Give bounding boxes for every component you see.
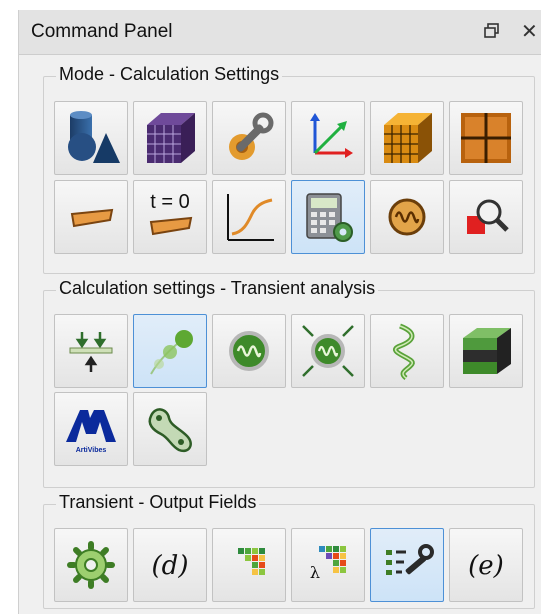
group-label: Transient - Output Fields (56, 492, 260, 513)
strain-field-button[interactable]: (e) (449, 528, 523, 602)
material-tools-icon (229, 112, 274, 160)
grid-plane-icon (461, 113, 511, 163)
displacement-field-button[interactable]: (d) (133, 528, 207, 602)
displacement-field-icon: (d) (152, 551, 189, 581)
coordinate-system-button[interactable] (291, 101, 365, 175)
calculation-settings-button[interactable] (291, 180, 365, 254)
mesh-button[interactable] (133, 101, 207, 175)
volume-mesh-button[interactable] (370, 101, 444, 175)
oscillator-icon (229, 331, 269, 371)
inspect-result-icon (467, 199, 509, 234)
vibration-button[interactable] (370, 180, 444, 254)
bone-structure-button[interactable] (133, 392, 207, 466)
eigen-field-map-button[interactable]: λ (291, 528, 365, 602)
color-field-map-button[interactable] (212, 528, 286, 602)
curve-graph-icon (227, 194, 274, 241)
geometry-shapes-icon (68, 111, 120, 163)
layered-solid-icon (463, 328, 511, 374)
group-label: Mode - Calculation Settings (56, 64, 283, 85)
lambda-symbol: λ (310, 563, 320, 582)
excitation-button[interactable] (291, 314, 365, 388)
beam-button[interactable] (54, 180, 128, 254)
bone-structure-icon (148, 408, 192, 453)
layered-solid-button[interactable] (449, 314, 523, 388)
float-window-icon[interactable] (483, 22, 501, 40)
spring-twist-icon (393, 323, 415, 380)
boundary-load-button[interactable] (54, 314, 128, 388)
initial-condition-button[interactable]: t = 0 (133, 180, 207, 254)
spring-button[interactable] (370, 314, 444, 388)
field-options-button[interactable] (370, 528, 444, 602)
grid-button[interactable] (449, 101, 523, 175)
oscillator-button[interactable] (212, 314, 286, 388)
logo-brand-button[interactable]: ArtiVibes (54, 392, 128, 466)
excitation-oscillator-icon (302, 325, 354, 377)
geometry-button[interactable] (54, 101, 128, 175)
beam-element-icon (70, 208, 114, 228)
inspect-button[interactable] (449, 180, 523, 254)
color-field-map-icon (238, 548, 265, 575)
material-button[interactable] (212, 101, 286, 175)
logo-text: ArtiVibes (76, 447, 107, 454)
boundary-load-icon (69, 332, 113, 372)
group-label: Calculation settings - Transient analysi… (56, 278, 379, 299)
initial-condition-icon: t = 0 (149, 191, 193, 236)
displacement-symbol: (d) (152, 551, 189, 581)
close-icon[interactable]: ✕ (521, 19, 538, 44)
logo-brand-icon: ArtiVibes (66, 410, 116, 454)
transient-motion-icon (150, 330, 193, 375)
strain-field-icon: (e) (468, 551, 504, 581)
group-mode-calculation-settings: Mode - Calculation Settings t = 0 (43, 64, 535, 274)
orange-mesh-cube-icon (384, 113, 432, 163)
vibration-mode-icon (388, 198, 426, 236)
mesh-cube-icon (147, 113, 195, 163)
command-panel: Command Panel ✕ Mode - Calculation Setti… (18, 10, 541, 614)
panel-titlebar: Command Panel ✕ (19, 10, 541, 55)
calculation-settings-icon (306, 193, 353, 242)
coordinate-axes-icon (310, 113, 353, 158)
panel-title: Command Panel (31, 21, 173, 42)
field-options-tools-icon (386, 544, 434, 575)
group-transient-output-fields: Transient - Output Fields (d) λ (e) (43, 492, 535, 609)
curve-button[interactable] (212, 180, 286, 254)
svg-text:t = 0: t = 0 (150, 191, 189, 213)
strain-symbol: (e) (468, 551, 504, 581)
output-settings-button[interactable] (54, 528, 128, 602)
transient-motion-button[interactable] (133, 314, 207, 388)
group-transient-analysis: Calculation settings - Transient analysi… (43, 278, 535, 488)
output-settings-gear-icon (67, 541, 115, 589)
eigen-field-map-icon: λ (310, 546, 346, 582)
